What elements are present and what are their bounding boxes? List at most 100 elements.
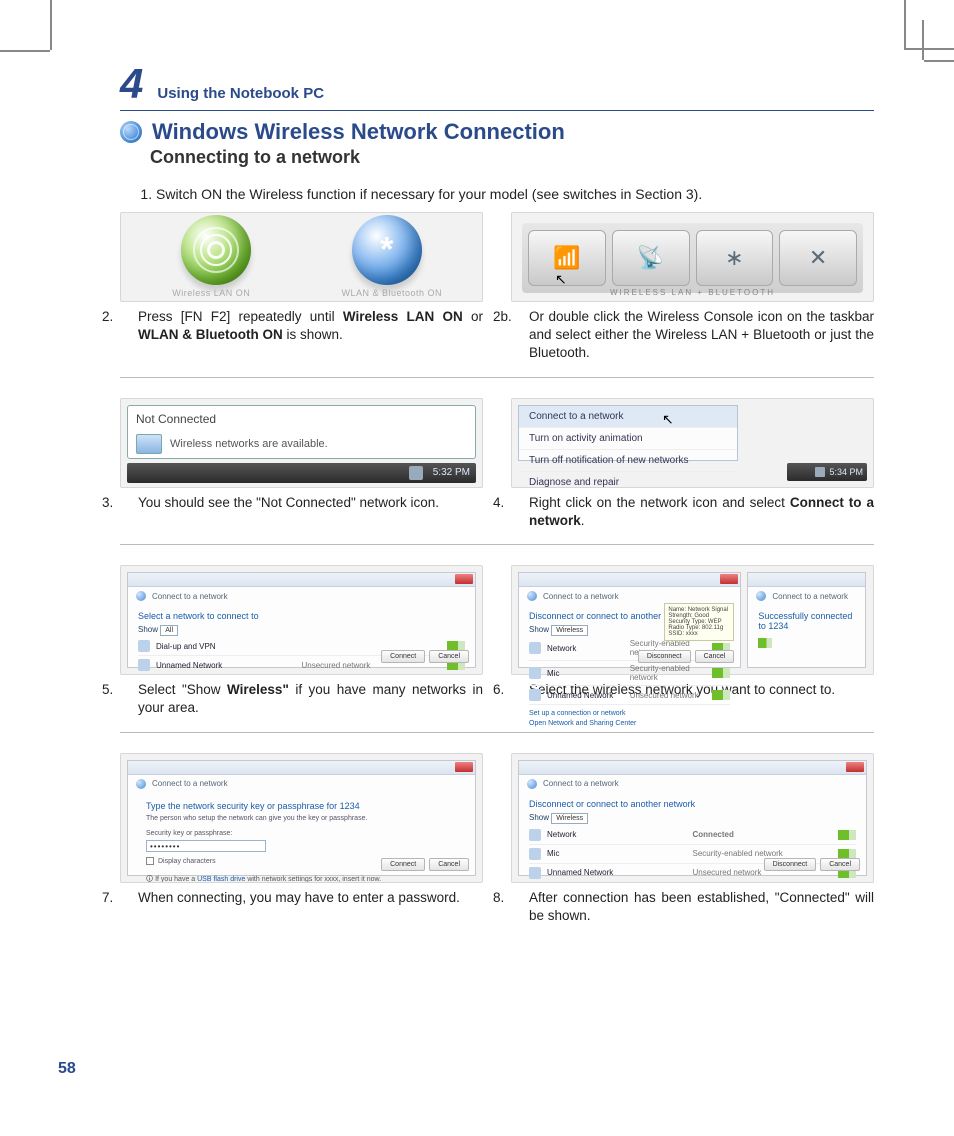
figure-passphrase-dialog: Connect to a network Type the network se… (120, 753, 483, 883)
dialog-breadcrumb: Connect to a network (772, 592, 848, 601)
tray-network-icon[interactable] (409, 466, 423, 480)
network-row[interactable]: Unnamed NetworkUnsecured network (529, 686, 730, 705)
divider (120, 377, 874, 378)
section-title: Windows Wireless Network Connection (152, 119, 565, 145)
chapter-header: 4 Using the Notebook PC (120, 60, 874, 111)
step-2: 2.Press [FN F2] repeatedly until Wireles… (138, 308, 483, 344)
divider (120, 732, 874, 733)
connect-dialog: Connect to a network Select a network to… (127, 572, 476, 668)
cell-fig-context: Connect to a network Turn on activity an… (511, 398, 874, 530)
signal-bars-icon (712, 690, 730, 700)
dialog-breadcrumb: Connect to a network (152, 592, 228, 601)
balloon-title: Not Connected (136, 412, 467, 426)
section-header: Windows Wireless Network Connection (120, 119, 874, 145)
bluetooth-glyph: * (380, 231, 393, 270)
crop-mark (924, 60, 954, 62)
menu-item[interactable]: Turn off notification of new networks (519, 450, 737, 472)
close-icon[interactable] (455, 574, 473, 584)
close-icon[interactable] (846, 762, 864, 772)
divider (120, 544, 874, 545)
show-dropdown[interactable]: Wireless (551, 813, 588, 824)
taskbar: 5:32 PM (127, 463, 476, 483)
step-number: 7. (120, 889, 138, 907)
step-1: Switch ON the Wireless function if neces… (156, 186, 874, 202)
disconnect-button[interactable]: Disconnect (764, 858, 817, 871)
cancel-button[interactable]: Cancel (820, 858, 860, 871)
connect-button[interactable]: Connect (381, 650, 425, 663)
off-icon: ✕ (809, 245, 827, 271)
signal-bars-icon (758, 638, 772, 648)
tray-network-icon[interactable] (815, 467, 825, 477)
console-btn-off[interactable]: ✕ (779, 230, 857, 286)
close-icon[interactable] (455, 762, 473, 772)
close-icon[interactable] (720, 574, 738, 584)
dialog-breadcrumb: Connect to a network (152, 779, 228, 788)
show-label: Show (529, 813, 549, 822)
connect-button[interactable]: Connect (381, 858, 425, 871)
document-page: 4 Using the Notebook PC Windows Wireless… (0, 0, 954, 1136)
console-label: WIRELESS LAN + BLUETOOTH (512, 288, 873, 297)
taskbar-mini: 5:34 PM (787, 463, 867, 481)
wireless-lan-on-icon (181, 215, 251, 285)
passphrase-input[interactable]: •••••••• (146, 840, 266, 852)
console-btn-wlan[interactable]: 📡 (612, 230, 690, 286)
crop-mark (0, 50, 50, 52)
network-row[interactable]: NetworkConnected (529, 826, 856, 845)
step-5: 5.Select "Show Wireless" if you have man… (138, 681, 483, 717)
network-tooltip: Name: Network Signal Strength: Good Secu… (664, 603, 734, 641)
figure-not-connected: Not Connected Wireless networks are avai… (120, 398, 483, 488)
dialog-heading: Type the network security key or passphr… (146, 801, 457, 811)
balloon-notification[interactable]: Not Connected Wireless networks are avai… (127, 405, 476, 459)
tray-clock: 5:34 PM (829, 467, 863, 477)
show-dropdown[interactable]: Wireless (551, 625, 588, 636)
dialog-subtext: The person who setup the network can giv… (146, 815, 457, 822)
figure-hotkey-icons: * Wireless LAN ON WLAN & Bluetooth ON (120, 212, 483, 302)
bluetooth-on-icon: * (352, 215, 422, 285)
crop-mark (50, 0, 52, 50)
usb-note: 🛈 If you have a USB flash drive with net… (146, 875, 457, 883)
network-row[interactable]: MicSecurity-enabled network (529, 661, 730, 686)
console-btn-wlan-bt[interactable]: 📶↖ (528, 230, 606, 286)
crop-mark (922, 20, 924, 60)
step-number: 2b. (511, 308, 529, 326)
show-dropdown[interactable]: All (160, 625, 178, 636)
dialog-heading: Disconnect or connect to another network (529, 799, 856, 809)
cell-fig-connected: Connect to a network Disconnect or conne… (511, 753, 874, 925)
display-chars-checkbox[interactable] (146, 857, 154, 865)
cancel-button[interactable]: Cancel (429, 650, 469, 663)
cancel-button[interactable]: Cancel (429, 858, 469, 871)
page-content: 4 Using the Notebook PC Windows Wireless… (120, 60, 874, 925)
usb-link[interactable]: USB flash drive (197, 876, 245, 883)
globe-icon (120, 121, 142, 143)
menu-item-connect[interactable]: Connect to a network (519, 406, 737, 428)
dialog-link[interactable]: Set up a connection or network (529, 709, 730, 719)
signal-bars-icon (712, 668, 730, 678)
cell-fig-icons: * Wireless LAN ON WLAN & Bluetooth ON 2.… (120, 212, 483, 363)
success-heading: Successfully connected to 1234 (758, 611, 855, 631)
menu-item[interactable]: Turn on activity animation (519, 428, 737, 450)
network-monitor-icon (136, 434, 162, 454)
cursor-icon: ↖ (662, 411, 674, 428)
cell-fig-console: 📶↖ 📡 ∗ ✕ WIRELESS LAN + BLUETOOTH 2b.Or … (511, 212, 874, 363)
cell-fig-select-network: Connect to a network Disconnect or conne… (511, 565, 874, 717)
step-2b: 2b.Or double click the Wireless Console … (529, 308, 874, 363)
antenna-icon: 📡 (637, 245, 664, 271)
cancel-button[interactable]: Cancel (695, 650, 735, 663)
dialog-link[interactable]: Open Network and Sharing Center (529, 719, 730, 729)
cell-fig-passphrase: Connect to a network Type the network se… (120, 753, 483, 925)
show-label: Show (138, 625, 158, 634)
step-3: 3.You should see the "Not Connected" net… (138, 494, 483, 512)
passphrase-dialog: Connect to a network Type the network se… (127, 760, 476, 876)
crop-mark (904, 0, 906, 50)
console-btn-bt[interactable]: ∗ (696, 230, 774, 286)
dialog-titlebar (128, 573, 475, 587)
step-number: 2. (120, 308, 138, 326)
signal-bars-icon (838, 830, 856, 840)
show-label: Show (529, 625, 549, 634)
figure-connect-dialog-select: Connect to a network Disconnect or conne… (511, 565, 874, 675)
step-list: Switch ON the Wireless function if neces… (156, 186, 874, 202)
step-number: 3. (120, 494, 138, 512)
menu-item[interactable]: Diagnose and repair (519, 472, 737, 488)
balloon-body: Wireless networks are available. (170, 438, 328, 450)
disconnect-button[interactable]: Disconnect (638, 650, 691, 663)
